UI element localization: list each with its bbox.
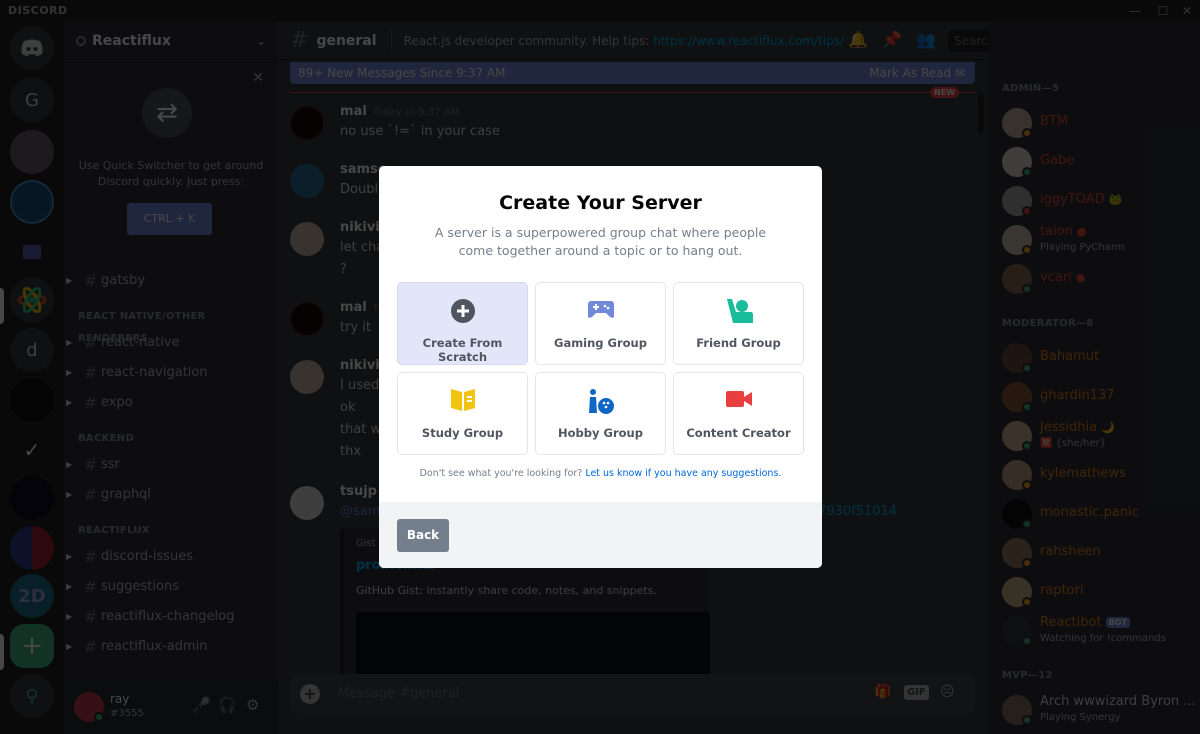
modal-title: Create Your Server bbox=[499, 192, 702, 214]
hint-text: Don't see what you're looking for? bbox=[419, 468, 586, 479]
option-create-from-scratch[interactable]: Create From Scratch bbox=[397, 282, 528, 365]
modal-footer: Back bbox=[379, 502, 822, 568]
option-gaming-group[interactable]: Gaming Group bbox=[535, 282, 666, 365]
video-camera-icon bbox=[725, 391, 752, 407]
suggestions-link[interactable]: Let us know if you have any suggestions. bbox=[585, 468, 781, 479]
bowling-icon bbox=[588, 389, 614, 414]
back-button[interactable]: Back bbox=[397, 519, 449, 552]
option-label: Hobby Group bbox=[558, 426, 643, 440]
create-server-modal: Create Your Server A server is a superpo… bbox=[379, 166, 822, 568]
option-label: Create From Scratch bbox=[422, 336, 503, 364]
option-friend-group[interactable]: Friend Group bbox=[673, 282, 804, 365]
option-hobby-group[interactable]: Hobby Group bbox=[535, 372, 666, 455]
friend-wave-icon bbox=[726, 299, 753, 323]
plus-circle-icon bbox=[450, 299, 475, 323]
option-content-creator[interactable]: Content Creator bbox=[673, 372, 804, 455]
suggestion-hint: Don't see what you're looking for? Let u… bbox=[379, 468, 822, 479]
book-icon bbox=[450, 389, 475, 411]
option-label: Content Creator bbox=[686, 426, 791, 440]
option-study-group[interactable]: Study Group bbox=[397, 372, 528, 455]
option-label: Friend Group bbox=[696, 336, 781, 350]
gamepad-icon bbox=[587, 301, 614, 318]
modal-description: A server is a superpowered group chat wh… bbox=[434, 225, 767, 258]
option-label: Gaming Group bbox=[554, 336, 647, 350]
option-label: Study Group bbox=[421, 426, 504, 440]
